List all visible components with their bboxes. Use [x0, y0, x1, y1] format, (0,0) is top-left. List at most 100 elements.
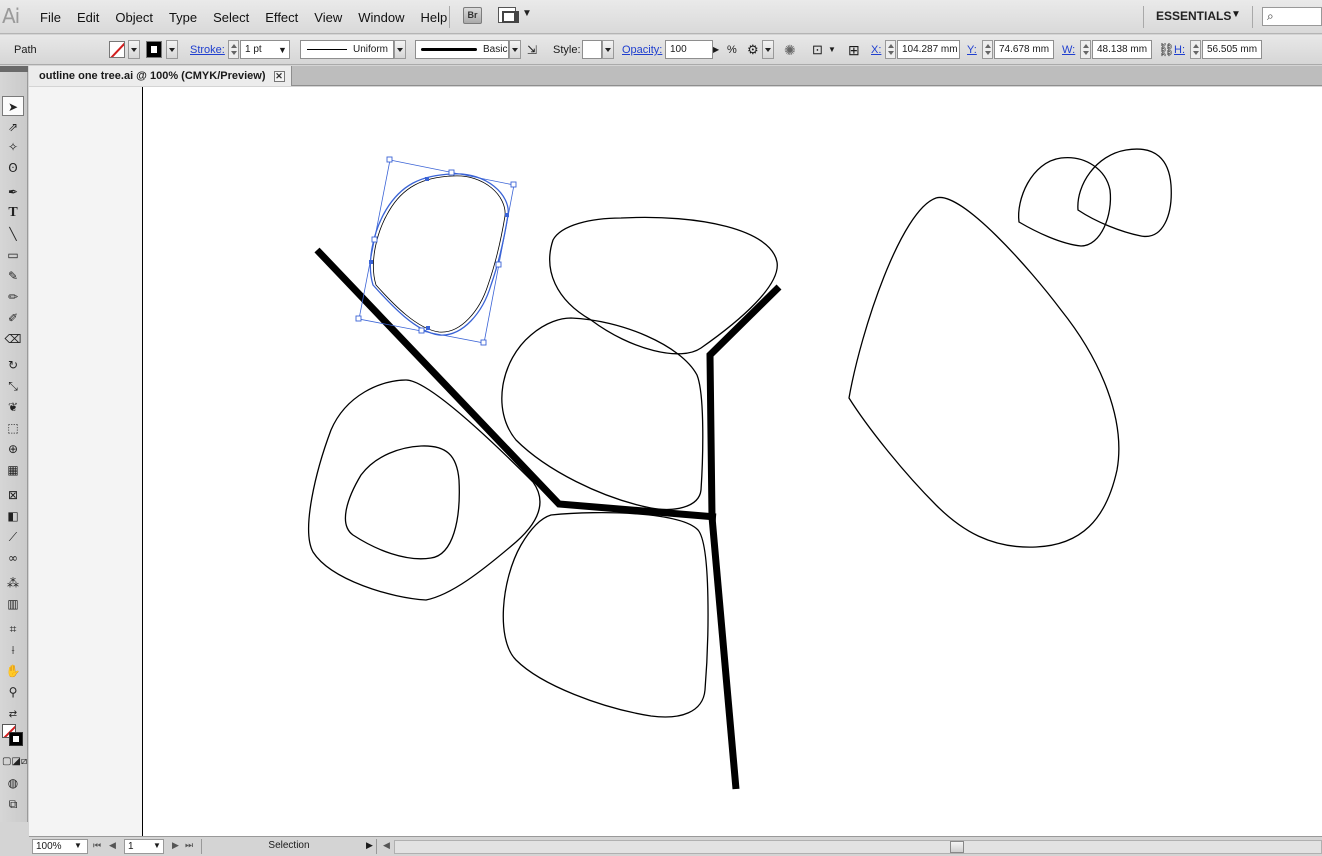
anchor-point[interactable]	[425, 177, 429, 181]
stroke-panel-link[interactable]: Stroke:	[190, 40, 225, 60]
brush-dropdown[interactable]	[509, 40, 521, 59]
artboard-tool-icon[interactable]: ⌗	[2, 619, 24, 639]
direct-selection-tool-icon[interactable]: ⇗	[2, 117, 24, 137]
bounding-box-handle[interactable]	[371, 236, 378, 243]
y-position-field[interactable]: 74.678 mm	[994, 40, 1054, 59]
close-icon[interactable]: ✕	[273, 70, 285, 82]
next-artboard-icon[interactable]: ▶	[172, 839, 179, 854]
line-tool-icon[interactable]: ╲	[2, 224, 24, 244]
type-tool-icon[interactable]: T	[2, 203, 24, 223]
shape-blob-left-inner[interactable]	[344, 445, 460, 560]
opacity-field[interactable]: 100	[665, 40, 713, 59]
previous-artboard-icon[interactable]: ◀	[109, 839, 116, 854]
menu-type[interactable]: Type	[161, 10, 205, 25]
menu-effect[interactable]: Effect	[257, 10, 306, 25]
gradient-tool-icon[interactable]: ◧	[2, 506, 24, 526]
lasso-tool-icon[interactable]: ʘ	[2, 158, 24, 178]
graphic-style-swatch[interactable]	[582, 40, 602, 59]
shape-blob-bottom-center[interactable]	[502, 511, 709, 718]
screen-mode-icon[interactable]: ⧉	[2, 794, 24, 814]
chevron-down-icon[interactable]: ▼	[1231, 9, 1241, 20]
chevron-down-icon[interactable]: ▼	[153, 839, 161, 854]
bounding-box-handle[interactable]	[495, 261, 502, 268]
zoom-tool-icon[interactable]: ⚲	[2, 682, 24, 702]
pen-tool-icon[interactable]: ✒	[2, 182, 24, 202]
shape-small-oval-right[interactable]	[1077, 148, 1172, 237]
y-stepper[interactable]	[982, 40, 993, 59]
constrain-proportions-icon[interactable]: ⛓	[1158, 40, 1175, 60]
shape-blob-top-center[interactable]	[549, 216, 778, 355]
paintbrush-tool-icon[interactable]: ✎	[2, 266, 24, 286]
menu-object[interactable]: Object	[107, 10, 161, 25]
blob-brush-tool-icon[interactable]: ✐	[2, 308, 24, 328]
fill-none-swatch[interactable]	[109, 41, 125, 58]
horizontal-scrollbar[interactable]	[394, 840, 1322, 854]
bounding-box-handle[interactable]	[480, 339, 487, 346]
opacity-panel-link[interactable]: Opacity:	[622, 40, 662, 60]
bounding-box-handle[interactable]	[510, 181, 517, 188]
brush-options-icon[interactable]: ⇲	[527, 40, 537, 60]
artwork-canvas[interactable]	[143, 87, 1322, 836]
scroll-left-icon[interactable]: ◀	[383, 839, 390, 854]
pencil-tool-icon[interactable]: ✏	[2, 287, 24, 307]
shape-leaf-right-large[interactable]	[848, 196, 1120, 548]
rectangle-tool-icon[interactable]: ▭	[2, 245, 24, 265]
anchor-point[interactable]	[505, 213, 509, 217]
tree-trunk[interactable]	[708, 516, 740, 790]
eyedropper-tool-icon[interactable]: ⟋	[2, 527, 24, 547]
anchor-point[interactable]	[369, 260, 373, 264]
recolor-artwork-icon[interactable]: ⚙	[747, 40, 759, 60]
warp-tool-icon[interactable]: ❦	[2, 397, 24, 417]
menu-select[interactable]: Select	[205, 10, 257, 25]
document-tab[interactable]: outline one tree.ai @ 100% (CMYK/Preview…	[29, 66, 292, 86]
shape-blob-left-outer[interactable]	[307, 379, 541, 601]
branch-right[interactable]	[706, 284, 782, 518]
last-artboard-icon[interactable]: ⏭	[185, 839, 193, 854]
rotate-tool-icon[interactable]: ↻	[2, 355, 24, 375]
eraser-tool-icon[interactable]: ⌫	[2, 329, 24, 349]
transform-y-link[interactable]: Y:	[967, 40, 977, 60]
pasteboard[interactable]	[29, 87, 1322, 836]
transform-x-link[interactable]: X:	[871, 40, 881, 60]
status-menu-arrow-icon[interactable]: ▶	[366, 839, 373, 854]
free-transform-tool-icon[interactable]: ⬚	[2, 418, 24, 438]
stroke-black-icon[interactable]	[9, 732, 23, 746]
anchor-point[interactable]	[426, 326, 430, 330]
stroke-weight-stepper[interactable]	[228, 40, 239, 59]
stroke-color-swatch[interactable]	[146, 41, 162, 58]
chevron-right-icon[interactable]: ▶	[713, 40, 719, 60]
h-stepper[interactable]	[1190, 40, 1201, 59]
column-graph-tool-icon[interactable]: ▥	[2, 594, 24, 614]
fill-dropdown[interactable]	[128, 40, 140, 59]
bounding-box-handle[interactable]	[418, 327, 425, 334]
chevron-down-icon[interactable]: ▼	[74, 839, 82, 854]
transform-w-link[interactable]: W:	[1062, 40, 1075, 60]
help-search-input[interactable]: ⌕	[1262, 7, 1322, 26]
magic-wand-tool-icon[interactable]: ✧	[2, 137, 24, 157]
color-mode-icons[interactable]: ▢◪⧄	[2, 752, 27, 772]
bounding-box-handle[interactable]	[448, 169, 455, 176]
shape-small-oval-left[interactable]	[1017, 156, 1112, 247]
bounding-box-handle[interactable]	[355, 315, 362, 322]
hand-tool-icon[interactable]: ✋	[2, 661, 24, 681]
slice-tool-icon[interactable]: ⟊	[2, 640, 24, 660]
drawing-mode-icon[interactable]: ◍	[2, 773, 24, 793]
w-stepper[interactable]	[1080, 40, 1091, 59]
isolate-object-icon[interactable]: ✺	[784, 40, 796, 60]
chevron-down-icon[interactable]: ▼	[828, 40, 836, 60]
profile-dropdown[interactable]	[394, 40, 406, 59]
arrange-documents-button[interactable]: ▼	[498, 7, 532, 24]
selection-tool-icon[interactable]: ➤	[2, 96, 24, 116]
style-dropdown[interactable]	[602, 40, 614, 59]
menu-file[interactable]: File	[32, 10, 69, 25]
chevron-down-icon[interactable]: ▼	[278, 40, 287, 60]
mesh-tool-icon[interactable]: ⊠	[2, 485, 24, 505]
menu-edit[interactable]: Edit	[69, 10, 107, 25]
menu-view[interactable]: View	[306, 10, 350, 25]
recolor-dropdown[interactable]	[762, 40, 774, 59]
bounding-box-handle[interactable]	[386, 156, 393, 163]
workspace-switcher[interactable]: ESSENTIALS	[1156, 9, 1231, 23]
x-stepper[interactable]	[885, 40, 896, 59]
scale-tool-icon[interactable]: ⤡	[2, 376, 24, 396]
reference-point-icon[interactable]: ⊞	[848, 40, 860, 60]
